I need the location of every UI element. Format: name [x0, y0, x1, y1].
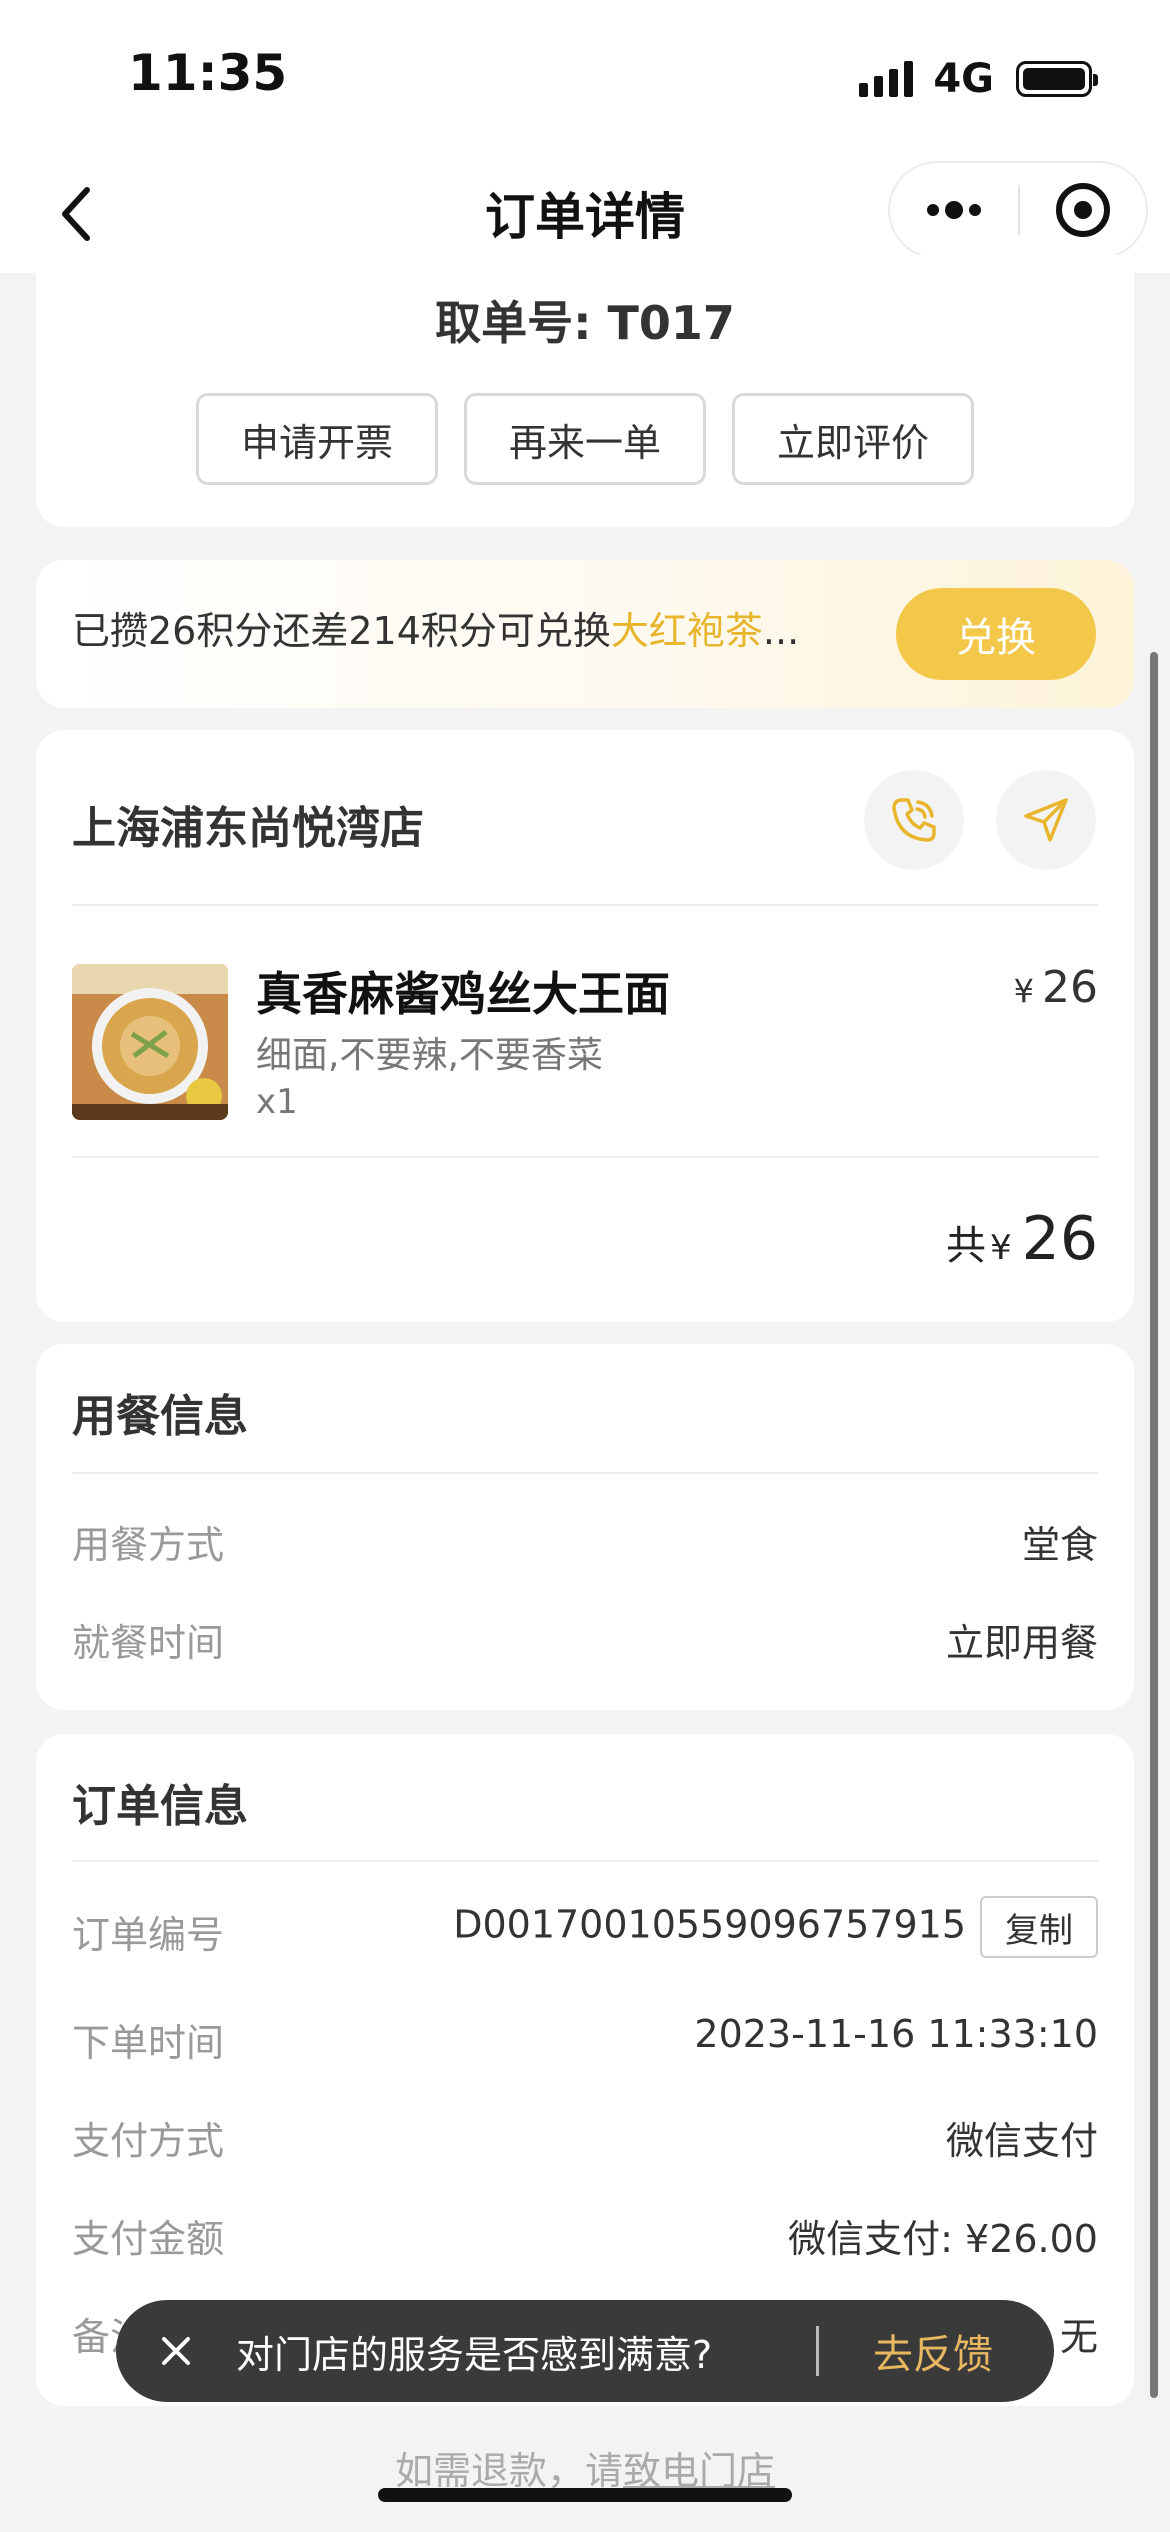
close-icon: [162, 2337, 190, 2365]
close-miniprogram-button[interactable]: [1020, 183, 1146, 237]
review-button[interactable]: 立即评价: [732, 393, 974, 485]
battery-icon: [1016, 61, 1098, 97]
payment-method-label: 支付方式: [72, 2119, 225, 2163]
payment-amount-value: 微信支付: ¥26.00: [788, 2217, 1098, 2261]
feedback-button[interactable]: 去反馈: [873, 2322, 993, 2380]
divider: [72, 1472, 1098, 1474]
navigation-arrow-icon: [1024, 798, 1068, 842]
close-toast-button[interactable]: [116, 2335, 236, 2367]
store-card: 上海浦东尚悦湾店 真香麻酱鸡丝大王面 细面,不要辣,不要香菜 x1 ¥26 共 …: [36, 730, 1134, 1322]
status-time: 11:35: [128, 44, 288, 102]
redeem-button[interactable]: 兑换: [896, 588, 1096, 680]
order-number: D0017001055909675791​5: [453, 1902, 966, 1947]
order-actions: 申请开票 再来一单 立即评价: [196, 393, 974, 485]
navigate-button[interactable]: [996, 770, 1096, 870]
item-name: 真香麻酱鸡丝大王面: [256, 967, 670, 1021]
divider: [72, 904, 1098, 906]
toast-divider: [816, 2326, 819, 2376]
order-time-value: 2023-11-16 11:33:10: [694, 2012, 1098, 2056]
dine-info-card: 用餐信息 用餐方式 堂食 就餐时间 立即用餐: [36, 1344, 1134, 1710]
item-quantity: x1: [256, 1082, 298, 1122]
scrollbar[interactable]: [1150, 652, 1158, 2398]
mini-program-capsule: [888, 161, 1148, 259]
payment-amount-label: 支付金额: [72, 2217, 225, 2261]
target-icon: [1055, 183, 1110, 237]
more-button[interactable]: [890, 201, 1018, 219]
total-amount: 26: [1021, 1204, 1098, 1274]
divider: [72, 1860, 1098, 1862]
item-price: ¥26: [1013, 962, 1098, 1013]
order-number-row: D0017001055909675791​5 复制: [453, 1896, 1098, 1958]
item-spec: 细面,不要辣,不要香菜: [256, 1035, 603, 1076]
reorder-button[interactable]: 再来一单: [464, 393, 706, 485]
dine-time-label: 就餐时间: [72, 1621, 225, 1665]
copy-button[interactable]: 复制: [980, 1896, 1098, 1958]
pickup-number: 取单号: T017: [435, 296, 735, 350]
dine-method-label: 用餐方式: [72, 1523, 225, 1567]
toast-message: 对门店的服务是否感到满意?: [236, 2332, 713, 2377]
call-store-link[interactable]: 致电门店: [623, 2449, 775, 2493]
home-indicator: [378, 2488, 792, 2502]
order-time-label: 下单时间: [72, 2021, 225, 2065]
order-header-card: 取单号: T017 申请开票 再来一单 立即评价: [36, 255, 1134, 527]
order-total: 共 ¥ 26: [946, 1204, 1098, 1274]
reward-name: 大红袍茶: [610, 609, 763, 653]
points-text: 已攒26积分还差214积分可兑换大红袍茶...: [72, 609, 800, 653]
status-bar: 11:35 4G: [0, 0, 1170, 155]
dine-method-value: 堂食: [1021, 1523, 1098, 1567]
invoice-button[interactable]: 申请开票: [196, 393, 438, 485]
phone-icon: [892, 798, 936, 842]
dine-time-value: 立即用餐: [945, 1621, 1098, 1665]
order-number-label: 订单编号: [72, 1913, 225, 1957]
store-name: 上海浦东尚悦湾店: [72, 803, 424, 854]
item-image: [72, 964, 228, 1120]
more-icon: [927, 204, 939, 216]
status-indicators: 4G: [859, 56, 1098, 102]
payment-method-value: 微信支付: [945, 2119, 1098, 2163]
divider: [72, 1156, 1098, 1158]
call-store-button[interactable]: [864, 770, 964, 870]
network-label: 4G: [933, 56, 994, 102]
feedback-toast: 对门店的服务是否感到满意? 去反馈: [116, 2300, 1054, 2402]
signal-icon: [859, 61, 914, 97]
remark-value: 无: [1059, 2315, 1098, 2359]
points-banner: 已攒26积分还差214积分可兑换大红袍茶... 兑换: [36, 560, 1134, 708]
refund-note: 如需退款，请致电门店: [394, 2449, 776, 2493]
section-title: 用餐信息: [72, 1391, 248, 1442]
section-title: 订单信息: [72, 1781, 248, 1832]
